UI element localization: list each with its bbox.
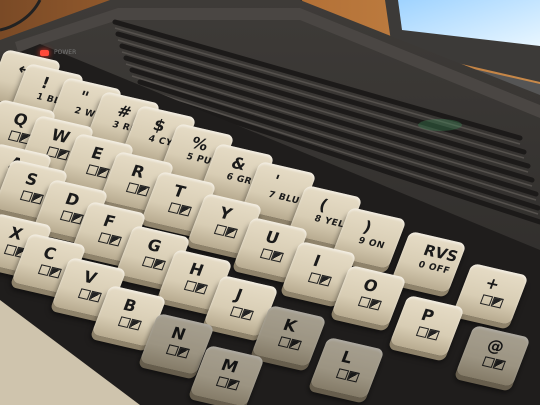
petscii-glyph-icon [426,328,440,341]
petscii-glyph-icon [490,296,504,309]
petscii-glyph-icon [108,234,122,247]
key-legend: S [22,169,41,190]
key-legend: ) [360,217,375,237]
petscii-glyph-icon [318,274,332,287]
petscii-glyph-icon [240,308,254,321]
petscii-glyph-icon [270,250,284,263]
key-legend: Q [10,109,31,131]
petscii-glyph-icon [48,266,62,279]
petscii-glyph-icon [178,204,192,217]
key-legend: W [48,125,73,148]
key-legend: + [482,273,503,295]
key-legend: G [144,235,165,256]
key-at[interactable]: @ [455,324,531,388]
petscii-glyph-icon [152,258,166,271]
key-legend: ( [316,195,331,215]
key-legend: M [218,355,241,377]
key-legend: R [128,161,148,182]
key-legend: L [338,347,356,368]
key-legend: & [228,153,250,175]
petscii-glyph-icon [128,318,142,331]
petscii-glyph-icon [288,338,302,351]
keyboard-photo: P O WER ←!1 BLK"2 WHT#3 RED$4 CYN%5 PUR&6 … [0,0,540,405]
key-legend: X [6,223,26,244]
petscii-glyph-icon [368,298,382,311]
key-P[interactable]: P [389,294,465,358]
key-legend: $ [150,115,169,136]
key-legend: T [170,181,189,202]
key-legend: D [62,189,83,211]
petscii-glyph-icon [136,184,150,197]
key-legend: V [80,267,100,288]
key-L[interactable]: L [309,336,385,400]
key-legend: Y [216,203,235,224]
key-legend: B [120,295,140,316]
key-plus[interactable]: + [453,262,529,326]
petscii-glyph-icon [492,358,506,371]
key-legend: ' [270,171,283,191]
key-legend: % [188,133,212,155]
petscii-glyph-icon [88,290,102,303]
key-sublegend: 8 YEL [312,213,346,231]
key-sublegend: 7 BLU [266,189,301,207]
key-legend: E [88,143,107,164]
key-legend: K [280,315,300,336]
key-legend: O [360,275,381,297]
key-legend: C [40,243,59,264]
petscii-glyph-icon [194,282,208,295]
key-legend: N [168,323,189,345]
key-legend: P [418,305,437,326]
petscii-glyph-icon [346,370,360,383]
keycaps: ←!1 BLK"2 WHT#3 RED$4 CYN%5 PUR&6 GRN'7 … [0,0,540,405]
petscii-glyph-icon [176,346,190,359]
key-legend: # [114,101,135,123]
key-legend: I [310,251,324,271]
petscii-glyph-icon [226,378,240,391]
key-legend: F [100,211,119,232]
key-legend: H [186,259,207,281]
key-legend: J [232,285,246,305]
petscii-glyph-icon [224,226,238,239]
key-legend: @ [484,335,508,357]
key-legend: U [262,227,283,248]
key-legend: " [76,87,92,107]
key-legend: ! [38,73,53,93]
key-sublegend: 9 ON [356,235,387,252]
